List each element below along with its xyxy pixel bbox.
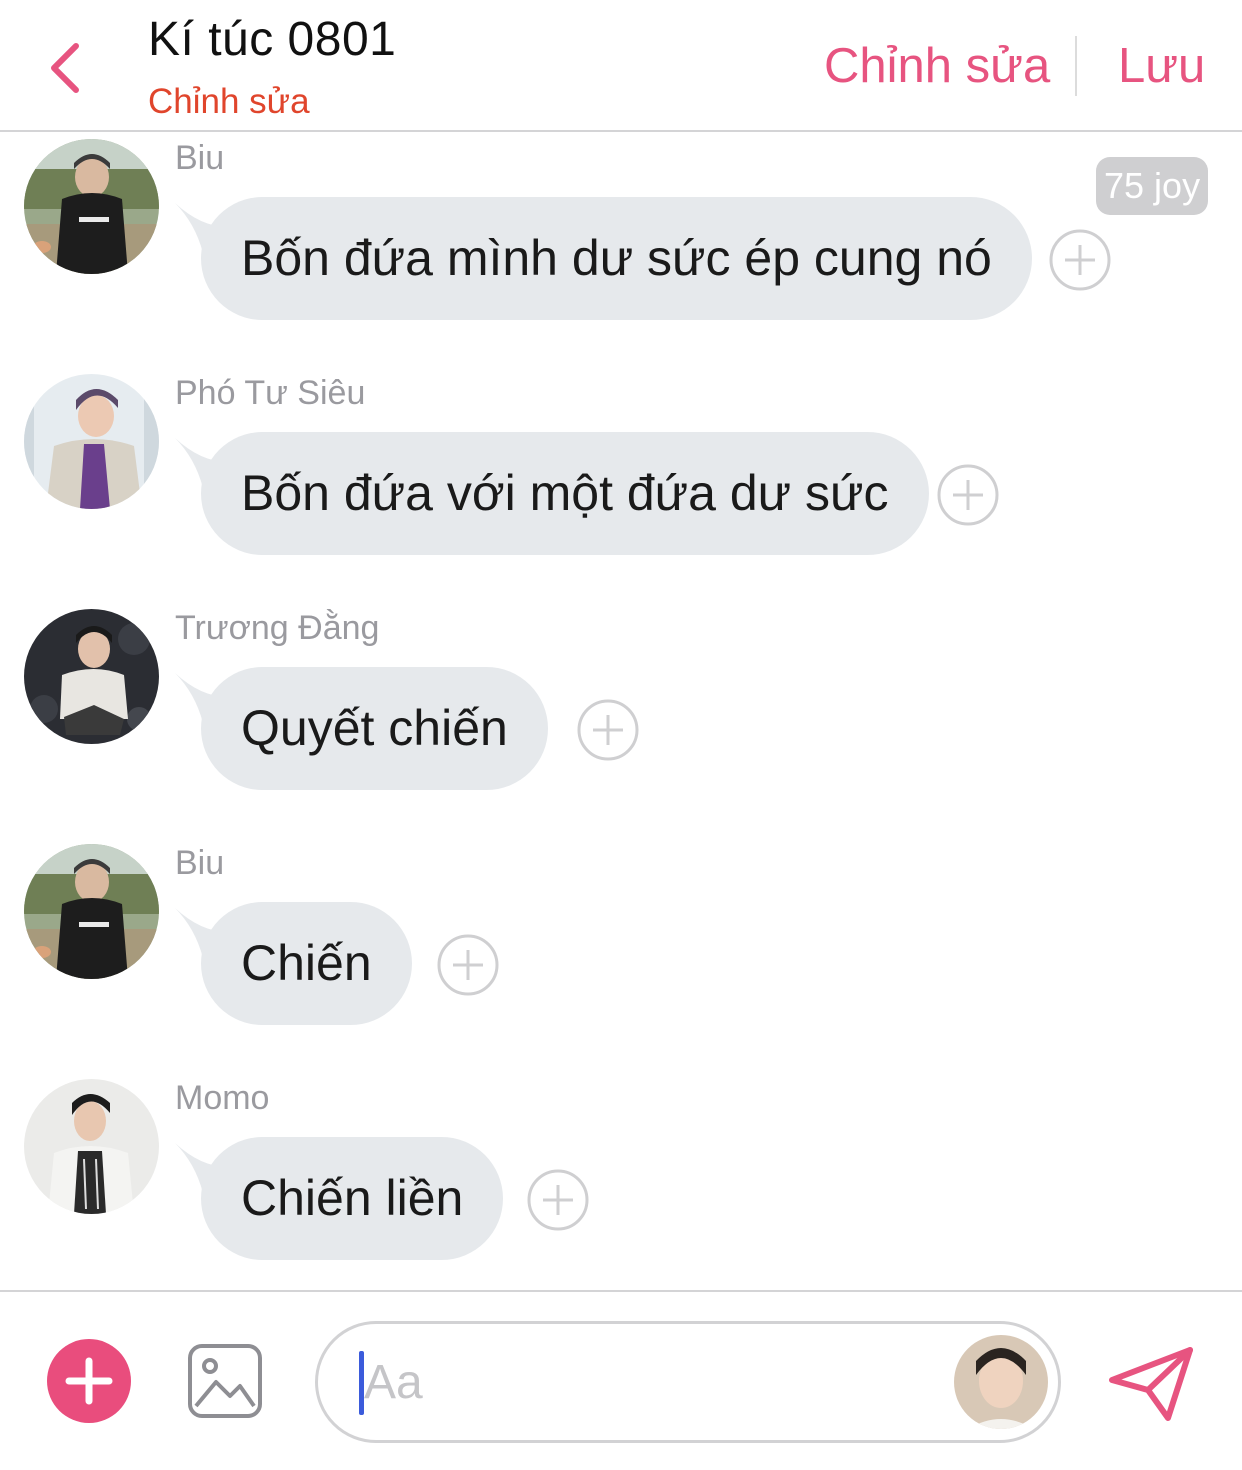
avatar[interactable] (24, 374, 159, 509)
message-input-container (315, 1321, 1061, 1443)
message-row: Biu Chiến (0, 838, 1242, 1073)
send-icon (1109, 1347, 1193, 1421)
sender-name: Phó Tư Siêu (175, 374, 366, 412)
add-reaction-icon[interactable] (577, 699, 639, 761)
message-bubble[interactable]: Chiến liền (201, 1137, 504, 1260)
sender-name: Trương Đằng (175, 609, 380, 647)
add-reaction-icon[interactable] (437, 934, 499, 996)
image-icon (188, 1344, 262, 1418)
add-reaction-icon[interactable] (937, 464, 999, 526)
add-reaction-icon[interactable] (1049, 229, 1111, 291)
message-row: Trương Đằng Quyết chiến (0, 603, 1242, 838)
composer-bar (0, 1290, 1242, 1470)
joy-badge: 75 joy (1096, 157, 1209, 215)
chat-title: Kí túc 0801 (148, 13, 397, 66)
add-button[interactable] (47, 1339, 131, 1423)
avatar[interactable] (24, 139, 159, 274)
sender-name: Biu (175, 139, 225, 177)
edit-button[interactable]: Chỉnh sửa (824, 38, 1050, 94)
header-divider (1075, 36, 1077, 96)
message-row: Momo Chiến liền (0, 1073, 1242, 1308)
message-row: Biu Bốn đứa mình dư sức ép cung nó (0, 133, 1242, 368)
chat-subtitle[interactable]: Chỉnh sửa (148, 82, 310, 122)
back-chevron-icon (51, 43, 79, 93)
add-reaction-icon[interactable] (527, 1169, 589, 1231)
character-avatar-button[interactable] (954, 1335, 1048, 1429)
avatar[interactable] (24, 609, 159, 744)
message-input[interactable] (364, 1346, 924, 1418)
message-bubble[interactable]: Quyết chiến (201, 667, 548, 790)
sender-name: Momo (175, 1079, 270, 1117)
message-bubble[interactable]: Chiến (201, 902, 412, 1025)
sender-name: Biu (175, 844, 225, 882)
message-bubble[interactable]: Bốn đứa với một đứa dư sức (201, 432, 929, 555)
message-row: Phó Tư Siêu Bốn đứa với một đứa dư sức (0, 368, 1242, 603)
avatar[interactable] (24, 1079, 159, 1214)
chat-header: Kí túc 0801 Chỉnh sửa Chỉnh sửa Lưu (0, 0, 1242, 132)
message-bubble[interactable]: Bốn đứa mình dư sức ép cung nó (201, 197, 1032, 320)
plus-icon (65, 1357, 113, 1405)
back-button[interactable] (40, 36, 96, 100)
avatar[interactable] (24, 844, 159, 979)
send-button[interactable] (1106, 1344, 1196, 1424)
image-button[interactable] (186, 1342, 264, 1420)
save-button[interactable]: Lưu (1118, 38, 1205, 94)
